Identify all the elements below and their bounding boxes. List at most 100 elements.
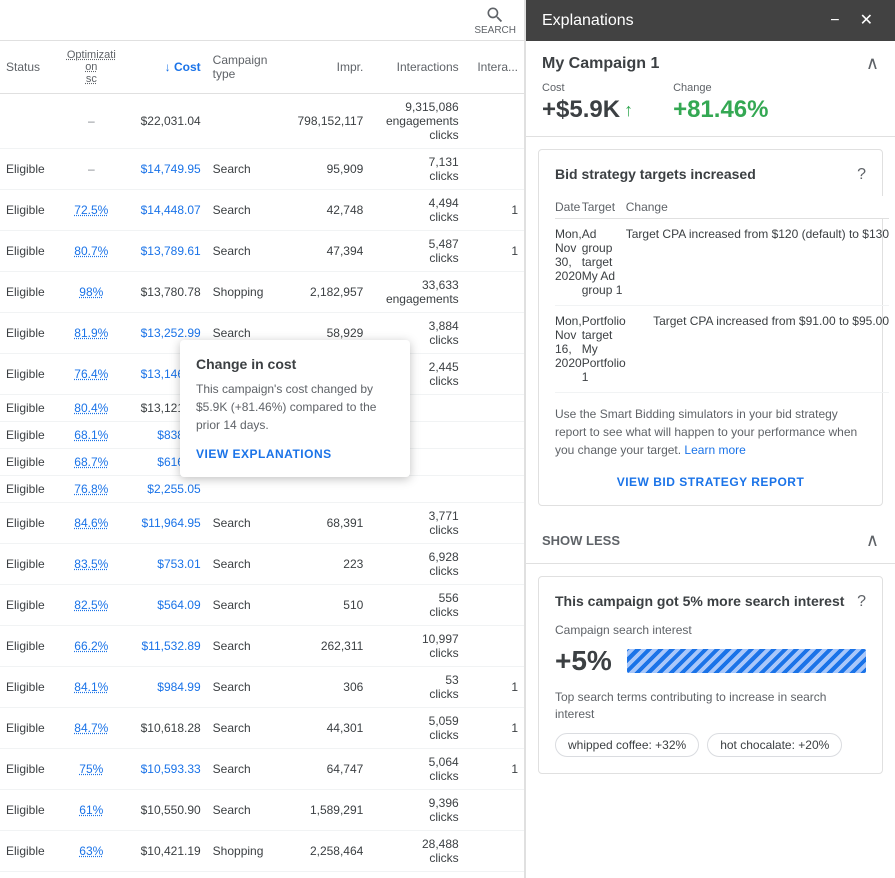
bid-table-row: Mon, Nov 30, 2020 Ad group target My Ad … xyxy=(555,219,889,306)
cell-opt-score: 98% xyxy=(57,272,126,313)
table-row: Eligible 61% $10,550.90 Search 1,589,291… xyxy=(0,790,524,831)
contributing-label: Top search terms contributing to increas… xyxy=(555,689,866,723)
close-button[interactable]: ✕ xyxy=(854,11,879,31)
cell-inter xyxy=(465,790,524,831)
bid-cell-date: Mon, Nov 16, 2020 xyxy=(555,306,582,393)
cell-impr: 798,152,117 xyxy=(282,94,370,149)
cell-status: Eligible xyxy=(0,354,57,395)
col-interactions: Interactions xyxy=(369,41,464,94)
cell-status: Eligible xyxy=(0,872,57,878)
search-card-help-icon[interactable]: ? xyxy=(857,593,866,611)
cell-opt-score: 76.4% xyxy=(57,354,126,395)
bid-col-target: Target xyxy=(582,196,626,219)
bid-card-help-icon[interactable]: ? xyxy=(857,166,866,184)
cell-inter xyxy=(465,272,524,313)
table-row: Eligible 82.5% $564.09 Search 510 556 cl… xyxy=(0,585,524,626)
search-tags: whipped coffee: +32%hot chocalate: +20% xyxy=(555,733,866,757)
view-bid-strategy-report-link[interactable]: VIEW BID STRATEGY REPORT xyxy=(555,467,866,489)
campaign-metrics: Cost +$5.9K ↑ Change +81.46% xyxy=(526,82,895,136)
cell-opt-score: 80.7% xyxy=(57,231,126,272)
cell-cost[interactable]: $14,749.95 xyxy=(126,149,207,190)
show-less-bar[interactable]: SHOW LESS ∧ xyxy=(526,518,895,564)
cell-opt-score: 76.8% xyxy=(57,476,126,503)
cell-cost[interactable]: $11,964.95 xyxy=(126,503,207,544)
cell-campaign-type: Search xyxy=(207,503,282,544)
search-interest-label: Campaign search interest xyxy=(555,623,866,637)
bid-cell-target: Portfolio target My Portfolio 1 xyxy=(582,306,626,393)
cell-interactions: 7,131 clicks xyxy=(369,149,464,190)
bid-strategy-card: Bid strategy targets increased ? Date Ta… xyxy=(538,149,883,506)
table-row: Eligible 63% $10,421.19 Shopping 2,258,4… xyxy=(0,831,524,872)
cell-opt-score: 72.5% xyxy=(57,190,126,231)
cell-campaign-type: Search xyxy=(207,231,282,272)
bid-col-date: Date xyxy=(555,196,582,219)
cell-cost[interactable]: $13,789.61 xyxy=(126,231,207,272)
cell-impr: 68,391 xyxy=(282,503,370,544)
cell-impr: 42,748 xyxy=(282,190,370,231)
col-opt-score: Optimizationsc xyxy=(57,41,126,94)
cell-campaign-type: Search xyxy=(207,585,282,626)
cell-cost: $10,421.19 xyxy=(126,831,207,872)
cell-cost[interactable]: $11,532.89 xyxy=(126,626,207,667)
panel-title: Explanations xyxy=(542,12,634,30)
change-value: +81.46% xyxy=(673,96,768,124)
cell-status: Eligible xyxy=(0,449,57,476)
search-tag: whipped coffee: +32% xyxy=(555,733,699,757)
search-interest-row: +5% xyxy=(555,645,866,677)
table-row: Eligible 76.8% $2,255.05 xyxy=(0,476,524,503)
cell-status: Eligible xyxy=(0,149,57,190)
cell-opt-score: 84.6% xyxy=(57,503,126,544)
cell-cost[interactable]: $10,180.43 xyxy=(126,872,207,878)
campaign-header: My Campaign 1 ∧ xyxy=(526,41,895,82)
search-pct-value: +5% xyxy=(555,645,615,677)
cell-interactions: 9,396 clicks xyxy=(369,790,464,831)
cell-interactions: 4,929 clicks xyxy=(369,872,464,878)
view-explanations-link[interactable]: VIEW EXPLANATIONS xyxy=(196,447,332,461)
minimize-button[interactable]: − xyxy=(824,11,845,31)
cell-impr: 510 xyxy=(282,585,370,626)
cell-campaign-type xyxy=(207,94,282,149)
cell-inter xyxy=(465,544,524,585)
cell-impr: 58,672 xyxy=(282,872,370,878)
bid-cell-target: Ad group target My Ad group 1 xyxy=(582,219,626,306)
cell-cost[interactable]: $14,448.07 xyxy=(126,190,207,231)
cell-inter xyxy=(465,422,524,449)
cell-cost[interactable]: $753.01 xyxy=(126,544,207,585)
campaign-collapse-icon[interactable]: ∧ xyxy=(866,53,879,74)
cell-cost[interactable]: $10,593.33 xyxy=(126,749,207,790)
cell-inter: 1 xyxy=(465,749,524,790)
cell-campaign-type: Search xyxy=(207,667,282,708)
cell-status: Eligible xyxy=(0,231,57,272)
cost-up-arrow-icon: ↑ xyxy=(624,100,633,121)
cell-cost[interactable]: $564.09 xyxy=(126,585,207,626)
cell-status: Eligible xyxy=(0,667,57,708)
cell-status: Eligible xyxy=(0,476,57,503)
cell-campaign-type: Search xyxy=(207,872,282,878)
cell-opt-score: 63% xyxy=(57,831,126,872)
cell-opt-score: 84.1% xyxy=(57,667,126,708)
bid-cell-change: Target CPA increased from $91.00 to $95.… xyxy=(626,306,889,393)
search-button[interactable]: SEARCH xyxy=(474,5,516,36)
col-cost[interactable]: ↓ Cost xyxy=(126,41,207,94)
cell-cost[interactable]: $984.99 xyxy=(126,667,207,708)
change-metric: Change +81.46% xyxy=(673,82,768,124)
search-card-header: This campaign got 5% more search interes… xyxy=(555,593,866,611)
col-inter: Intera... xyxy=(465,41,524,94)
cell-interactions: 10,997 clicks xyxy=(369,626,464,667)
cost-label: Cost xyxy=(542,82,633,94)
cell-cost: $13,780.78 xyxy=(126,272,207,313)
cell-cost[interactable]: $2,255.05 xyxy=(126,476,207,503)
cell-interactions: 4,494 clicks xyxy=(369,190,464,231)
cell-status: Eligible xyxy=(0,544,57,585)
cell-campaign-type: Search xyxy=(207,708,282,749)
learn-more-link[interactable]: Learn more xyxy=(684,443,745,457)
cell-inter: 1 xyxy=(465,190,524,231)
cell-status: Eligible xyxy=(0,190,57,231)
bid-card-title: Bid strategy targets increased xyxy=(555,166,849,182)
table-row: Eligible 72.5% $14,448.07 Search 42,748 … xyxy=(0,190,524,231)
cell-interactions: 28,488 clicks xyxy=(369,831,464,872)
cell-status: Eligible xyxy=(0,831,57,872)
cell-impr: 95,909 xyxy=(282,149,370,190)
cell-campaign-type: Search xyxy=(207,544,282,585)
panel-header: Explanations − ✕ xyxy=(526,0,895,41)
